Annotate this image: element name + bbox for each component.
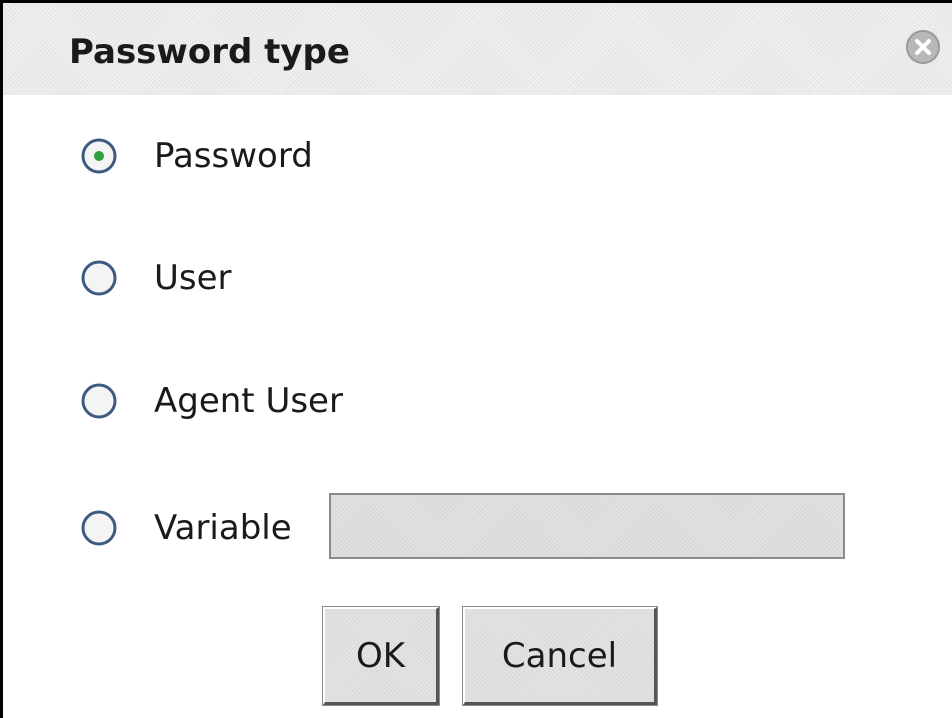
- password-type-dialog: Password type Password User Agent User V…: [0, 0, 952, 718]
- radio-button-user[interactable]: [79, 258, 119, 298]
- radio-button-agent-user[interactable]: [79, 381, 119, 421]
- user-option-label: User: [154, 258, 232, 298]
- close-circle-icon: [906, 30, 940, 64]
- variable-input[interactable]: [329, 493, 845, 559]
- ok-button[interactable]: OK: [322, 606, 440, 706]
- dialog-title: Password type: [69, 32, 350, 72]
- agent-user-option-label: Agent User: [154, 381, 343, 421]
- password-option-label: Password: [154, 136, 313, 176]
- variable-option-label: Variable: [154, 508, 292, 548]
- dialog-titlebar[interactable]: Password type: [3, 3, 952, 95]
- cancel-button[interactable]: Cancel: [462, 606, 658, 706]
- radio-button-password[interactable]: [79, 136, 119, 176]
- radio-button-variable[interactable]: [79, 508, 119, 548]
- close-button[interactable]: [905, 29, 941, 65]
